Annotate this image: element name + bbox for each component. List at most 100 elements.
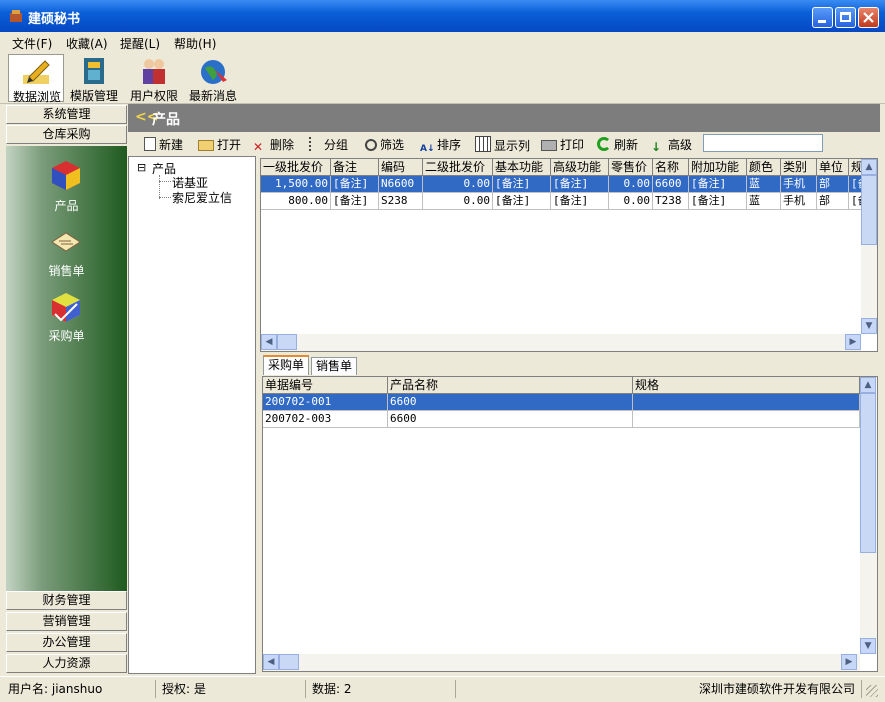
- order-grid-hscroll[interactable]: ◀ ▶: [263, 654, 860, 671]
- show-columns-button[interactable]: 显示列: [475, 136, 530, 154]
- column-header[interactable]: 附加功能: [689, 159, 747, 176]
- tree-connector: [159, 197, 171, 198]
- scroll-thumb[interactable]: [860, 393, 876, 553]
- user-permission-label: 用户权限: [129, 89, 178, 103]
- product-grid-vscroll[interactable]: ▲ ▼: [861, 159, 877, 334]
- open-label: 打开: [217, 138, 242, 152]
- order-grid-vscroll[interactable]: ▲ ▼: [860, 377, 877, 654]
- scroll-thumb[interactable]: [861, 175, 877, 245]
- nav-human-resources[interactable]: 人力资源: [6, 654, 127, 673]
- scroll-down-icon[interactable]: ▼: [860, 638, 876, 654]
- status-data-count: 数据: 2: [308, 680, 456, 698]
- nav-item-sales[interactable]: 销售单: [6, 230, 127, 278]
- sort-button[interactable]: A↓ 排序: [420, 136, 461, 158]
- column-header[interactable]: 类别: [781, 159, 817, 176]
- data-browse-label: 数据浏览: [12, 90, 61, 104]
- menu-reminder[interactable]: 提醒(L): [120, 35, 160, 52]
- tree-connector: [159, 175, 161, 199]
- title-bar[interactable]: 建硕秘书: [0, 0, 885, 32]
- data-browse-button[interactable]: 数据浏览: [8, 54, 64, 104]
- scroll-left-icon[interactable]: ◀: [261, 334, 277, 350]
- column-header[interactable]: 高级功能: [551, 159, 609, 176]
- tab-purchase-order[interactable]: 采购单: [263, 355, 310, 375]
- table-cell: [备注]: [551, 193, 609, 210]
- new-label: 新建: [159, 138, 184, 152]
- tree-node-sony-ericsson[interactable]: 索尼爱立信: [172, 189, 232, 206]
- close-button[interactable]: [858, 7, 879, 28]
- app-icon: [10, 10, 22, 22]
- table-cell: 部: [817, 176, 849, 193]
- scroll-thumb[interactable]: [279, 654, 299, 670]
- table-cell: [633, 394, 860, 411]
- menu-file[interactable]: 文件(F): [12, 35, 52, 52]
- tab-sales-order[interactable]: 销售单: [311, 357, 358, 375]
- table-cell: [备注]: [331, 193, 379, 210]
- column-header[interactable]: 一级批发价: [261, 159, 331, 176]
- printer-icon: [541, 140, 557, 151]
- status-bar: 用户名: jianshuo 授权: 是 数据: 2 深圳市建硕软件开发有限公司: [0, 676, 885, 702]
- delete-label: 删除: [270, 138, 295, 152]
- column-header[interactable]: 零售价: [609, 159, 653, 176]
- table-cell: 蓝: [747, 176, 781, 193]
- nav-item-purchase[interactable]: 采购单: [6, 290, 127, 346]
- column-header[interactable]: 颜色: [747, 159, 781, 176]
- delete-button[interactable]: ✕ 删除: [253, 136, 294, 154]
- category-tree: ⊟ 产品 诺基亚 索尼爱立信: [128, 156, 256, 674]
- advanced-button[interactable]: ↓ 高级: [651, 136, 692, 154]
- product-grid-hscroll[interactable]: ◀ ▶: [261, 334, 861, 351]
- tree-connector: [159, 181, 171, 182]
- nav-office-manage[interactable]: 办公管理: [6, 633, 127, 652]
- scroll-right-icon[interactable]: ▶: [845, 334, 861, 350]
- scroll-right-icon[interactable]: ▶: [841, 654, 857, 670]
- template-manage-button[interactable]: 模版管理: [66, 54, 122, 103]
- menu-help[interactable]: 帮助(H): [174, 35, 216, 52]
- delete-x-icon: ✕: [253, 140, 264, 154]
- column-header[interactable]: 规格: [633, 377, 860, 394]
- maximize-button[interactable]: [835, 7, 856, 28]
- column-header[interactable]: 备注: [331, 159, 379, 176]
- nav-marketing-manage[interactable]: 营销管理: [6, 612, 127, 631]
- scroll-up-icon[interactable]: ▲: [860, 377, 876, 393]
- pencil-icon: [23, 60, 50, 84]
- nav-system-manage[interactable]: 系统管理: [6, 105, 127, 124]
- main-toolbar: 数据浏览 模版管理 用户权限 最新消息: [0, 52, 885, 104]
- latest-news-button[interactable]: 最新消息: [185, 54, 241, 103]
- group-button[interactable]: 分组: [309, 136, 348, 153]
- status-company: 深圳市建硕软件开发有限公司: [458, 680, 862, 698]
- print-button[interactable]: 打印: [541, 136, 584, 153]
- table-cell: [备注]: [689, 176, 747, 193]
- column-header[interactable]: 二级批发价: [423, 159, 493, 176]
- column-header[interactable]: 基本功能: [493, 159, 551, 176]
- latest-news-label: 最新消息: [188, 89, 237, 103]
- nav-item-product[interactable]: 产品: [6, 158, 127, 214]
- sort-label: 排序: [437, 138, 462, 152]
- nav-warehouse-purchase[interactable]: 仓库采购: [6, 125, 127, 144]
- nav-finance-manage[interactable]: 财务管理: [6, 591, 127, 610]
- tree-collapse-icon[interactable]: ⊟: [137, 161, 146, 174]
- open-button[interactable]: 打开: [198, 136, 241, 153]
- minimize-button[interactable]: [812, 7, 833, 28]
- table-cell: 200702-003: [263, 411, 388, 428]
- filter-label: 筛选: [380, 138, 405, 152]
- new-document-icon: [144, 137, 156, 151]
- search-input[interactable]: [703, 134, 823, 152]
- menu-favorites[interactable]: 收藏(A): [66, 35, 108, 52]
- column-header[interactable]: 单位: [817, 159, 849, 176]
- column-header[interactable]: 编码: [379, 159, 423, 176]
- user-permission-button[interactable]: 用户权限: [126, 54, 182, 103]
- scroll-down-icon[interactable]: ▼: [861, 318, 877, 334]
- status-user: 用户名: jianshuo: [4, 680, 156, 698]
- resize-grip-icon[interactable]: [866, 685, 878, 697]
- scroll-thumb[interactable]: [277, 334, 297, 350]
- folder-icon: [198, 140, 214, 151]
- column-header[interactable]: 产品名称: [388, 377, 633, 394]
- scroll-left-icon[interactable]: ◀: [263, 654, 279, 670]
- filter-button[interactable]: 筛选: [365, 136, 404, 153]
- refresh-button[interactable]: 刷新: [597, 136, 638, 153]
- new-button[interactable]: 新建: [144, 136, 183, 153]
- column-header[interactable]: 名称: [653, 159, 689, 176]
- scroll-up-icon[interactable]: ▲: [861, 159, 877, 175]
- table-cell: 0.00: [423, 193, 493, 210]
- column-header[interactable]: 单据编号: [263, 377, 388, 394]
- advanced-label: 高级: [668, 138, 693, 152]
